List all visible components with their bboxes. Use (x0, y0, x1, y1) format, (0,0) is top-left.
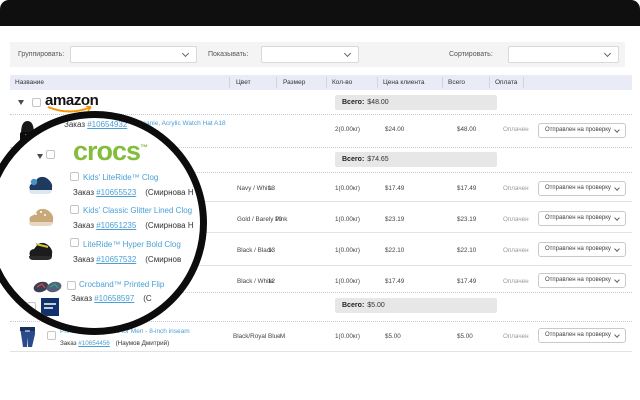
col-name: Название (15, 79, 45, 86)
group-by-select[interactable] (70, 46, 197, 63)
collapse-triangle-icon[interactable] (18, 100, 24, 105)
magnified-clog-gold (29, 208, 54, 226)
payment-status: Оплачен (503, 333, 529, 340)
brand-logo-navy (41, 298, 59, 316)
total-cell: $48.00 (457, 126, 477, 133)
qty-cell: 1(0.00кг) (335, 247, 361, 254)
size-cell: 10 (275, 216, 283, 223)
collapse-triangle-icon[interactable] (37, 154, 43, 159)
product-link[interactable]: Crocband™ Printed Flip (79, 280, 164, 289)
price-cell: $22.10 (385, 247, 405, 254)
order-line: Заказ #10651235 (Смирнова Н (73, 221, 194, 230)
col-size: Размер (283, 79, 306, 86)
col-total: Всего (448, 79, 466, 86)
magnified-clog-navy (29, 176, 53, 194)
total-cell: $17.49 (457, 185, 477, 192)
row-checkbox[interactable] (67, 281, 76, 290)
payment-status: Оплачен (503, 126, 529, 133)
color-cell: Black/Royal Blue (233, 333, 281, 340)
collapse-triangle-icon[interactable] (19, 306, 25, 311)
show-select[interactable] (261, 46, 359, 63)
total-cell: $23.19 (457, 216, 477, 223)
magnified-clog-black (29, 242, 53, 260)
group-total: Всего: $5.00 (335, 298, 497, 313)
browser-title-bar (0, 0, 640, 26)
size-cell: 12 (268, 278, 276, 285)
product-link[interactable]: Kids' LiteRide™ Clog (83, 173, 158, 182)
group-checkbox[interactable] (46, 150, 55, 159)
chevron-down-icon (614, 127, 620, 133)
status-dropdown[interactable]: Отправлен на проверку (538, 123, 626, 138)
col-payment: Оплата (495, 79, 518, 86)
size-cell: M (280, 333, 286, 340)
product-link[interactable]: LiteRide™ Hyper Bold Clog (83, 240, 181, 249)
status-dropdown[interactable]: Отправлен на проверку (538, 328, 626, 343)
qty-cell: 1(0.00кг) (335, 278, 361, 285)
sort-select[interactable] (508, 46, 619, 63)
total-cell: $17.49 (457, 278, 477, 285)
magnified-flipflops (33, 281, 62, 293)
row-checkbox[interactable] (70, 238, 79, 247)
order-number-link[interactable]: #10654456 (78, 340, 110, 347)
col-client-price: Цена клиента (383, 79, 425, 86)
filter-bar: Группировать: Показывать: Сортировать: (10, 42, 625, 67)
payment-status: Оплачен (503, 278, 529, 285)
status-dropdown[interactable]: Отправлен на проверку (538, 181, 626, 196)
product-link[interactable]: Kids' Classic Glitter Lined Clog (83, 206, 192, 215)
total-cell: $5.00 (457, 333, 473, 340)
price-cell: $23.19 (385, 216, 405, 223)
chevron-down-icon (603, 49, 612, 58)
chevron-down-icon (614, 277, 620, 283)
qty-cell: 2(0.00кг) (335, 126, 361, 133)
group-total: Всего: $48.00 (335, 95, 497, 110)
group-by-label: Группировать: (18, 51, 65, 58)
chevron-down-icon (614, 185, 620, 191)
group-checkbox[interactable] (27, 302, 36, 311)
price-cell: $17.49 (385, 185, 405, 192)
table-header: Название Цвет Размер Кол-во Цена клиента… (10, 75, 632, 90)
col-color: Цвет (236, 79, 251, 86)
col-qty: Кол-во (332, 79, 353, 86)
row-checkbox[interactable] (70, 205, 79, 214)
payment-status: Оплачен (503, 247, 529, 254)
chevron-down-icon (181, 49, 190, 58)
chevron-down-icon (614, 246, 620, 252)
order-line: Заказ #10654456 (Наумов Дмитрий) (60, 340, 170, 347)
price-cell: $24.00 (385, 126, 405, 133)
magnified-order-line: Заказ #10654932 (64, 120, 128, 129)
orders-page: Группировать: Показывать: Сортировать: Н… (0, 0, 640, 400)
group-total: Всего: $74.65 (335, 152, 497, 167)
order-line: Заказ #10658597 (С (71, 294, 152, 303)
chevron-down-icon (614, 215, 620, 221)
show-label: Показывать: (208, 51, 249, 58)
size-cell: 13 (268, 185, 276, 192)
order-line: Заказ #10655523 (Смирнова Н (73, 188, 194, 197)
payment-status: Оплачен (503, 185, 529, 192)
status-dropdown[interactable]: Отправлен на проверку (538, 273, 626, 288)
row-checkbox[interactable] (70, 172, 79, 181)
chevron-down-icon (614, 332, 620, 338)
order-line: Заказ #10657532 (Смирнов (73, 255, 182, 264)
sort-label: Сортировать: (449, 51, 493, 58)
crocs-logo: crocs™ (73, 136, 148, 166)
group-checkbox[interactable] (32, 98, 41, 107)
status-dropdown[interactable]: Отправлен на проверку (538, 211, 626, 226)
total-cell: $22.10 (457, 247, 477, 254)
payment-status: Оплачен (503, 216, 529, 223)
size-cell: 13 (268, 247, 276, 254)
price-cell: $5.00 (385, 333, 401, 340)
qty-cell: 1(0.00кг) (335, 185, 361, 192)
qty-cell: 1(0.00кг) (335, 333, 361, 340)
status-dropdown[interactable]: Отправлен на проверку (538, 242, 626, 257)
product-image-trunks (20, 327, 35, 347)
qty-cell: 1(0.00кг) (335, 216, 361, 223)
price-cell: $17.49 (385, 278, 405, 285)
row-checkbox[interactable] (47, 331, 56, 340)
chevron-down-icon (343, 49, 352, 58)
